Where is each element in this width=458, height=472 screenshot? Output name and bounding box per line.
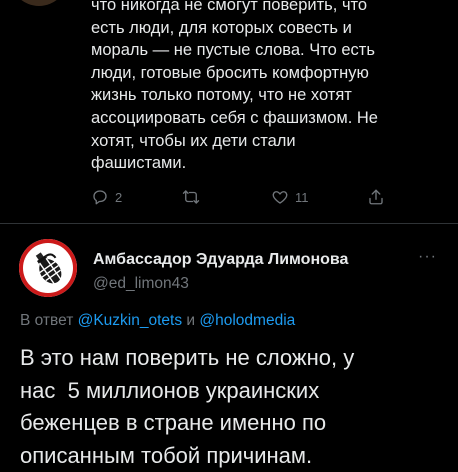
text-line: что никогда не смогут поверить, что — [91, 0, 431, 17]
text-line: беженцев в стране именно по — [20, 407, 450, 440]
text-line: ассоциировать себя с фашизмом. Не — [91, 107, 431, 130]
grenade-icon — [28, 248, 68, 288]
replying-to: В ответ @Kuzkin_otets и @holodmedia — [20, 312, 295, 330]
mention-link[interactable]: @holodmedia — [199, 312, 295, 329]
reply-tweet[interactable]: Амбассадор Эдуарда Лимонова @ed_limon43 … — [0, 224, 458, 470]
share-button[interactable] — [367, 188, 385, 206]
tweet-actions: 2 11 — [91, 186, 391, 208]
like-button[interactable]: 11 — [271, 188, 309, 206]
text-line: мораль — не пустые слова. Что есть — [91, 39, 431, 62]
more-options-button[interactable]: ··· — [418, 248, 437, 266]
text-line: люди, готовые бросить комфортную — [91, 62, 431, 85]
like-icon — [271, 188, 289, 206]
retweet-icon — [182, 188, 200, 206]
previous-tweet-avatar[interactable] — [10, 0, 68, 6]
text-line: есть люди, для которых совесть и — [91, 17, 431, 40]
reply-icon — [91, 188, 109, 206]
text-line: нас 5 миллионов украинских — [20, 375, 450, 408]
avatar[interactable] — [19, 239, 77, 297]
text-line: жизнь только потому, что не хотят — [91, 84, 431, 107]
reply-tweet-text: В это нам поверить не сложно, у нас 5 ми… — [20, 342, 450, 472]
previous-tweet-text: что никогда не смогут поверить, что есть… — [91, 0, 431, 175]
user-handle[interactable]: @ed_limon43 — [93, 275, 189, 293]
replying-prefix: В ответ — [20, 312, 73, 329]
text-line: В это нам поверить не сложно, у — [20, 342, 450, 375]
reply-count: 2 — [115, 190, 122, 205]
text-line: фашистами. — [91, 152, 431, 175]
reply-button[interactable]: 2 — [91, 188, 122, 206]
like-count: 11 — [295, 190, 309, 205]
and-word: и — [186, 312, 195, 329]
text-line: хотят, чтобы их дети стали — [91, 130, 431, 153]
mention-link[interactable]: @Kuzkin_otets — [78, 312, 182, 329]
text-line: описанным тобой причинам. — [20, 440, 450, 472]
display-name[interactable]: Амбассадор Эдуарда Лимонова — [93, 251, 348, 269]
share-icon — [367, 188, 385, 206]
previous-tweet[interactable]: что никогда не смогут поверить, что есть… — [0, 0, 458, 226]
retweet-button[interactable] — [182, 188, 200, 206]
